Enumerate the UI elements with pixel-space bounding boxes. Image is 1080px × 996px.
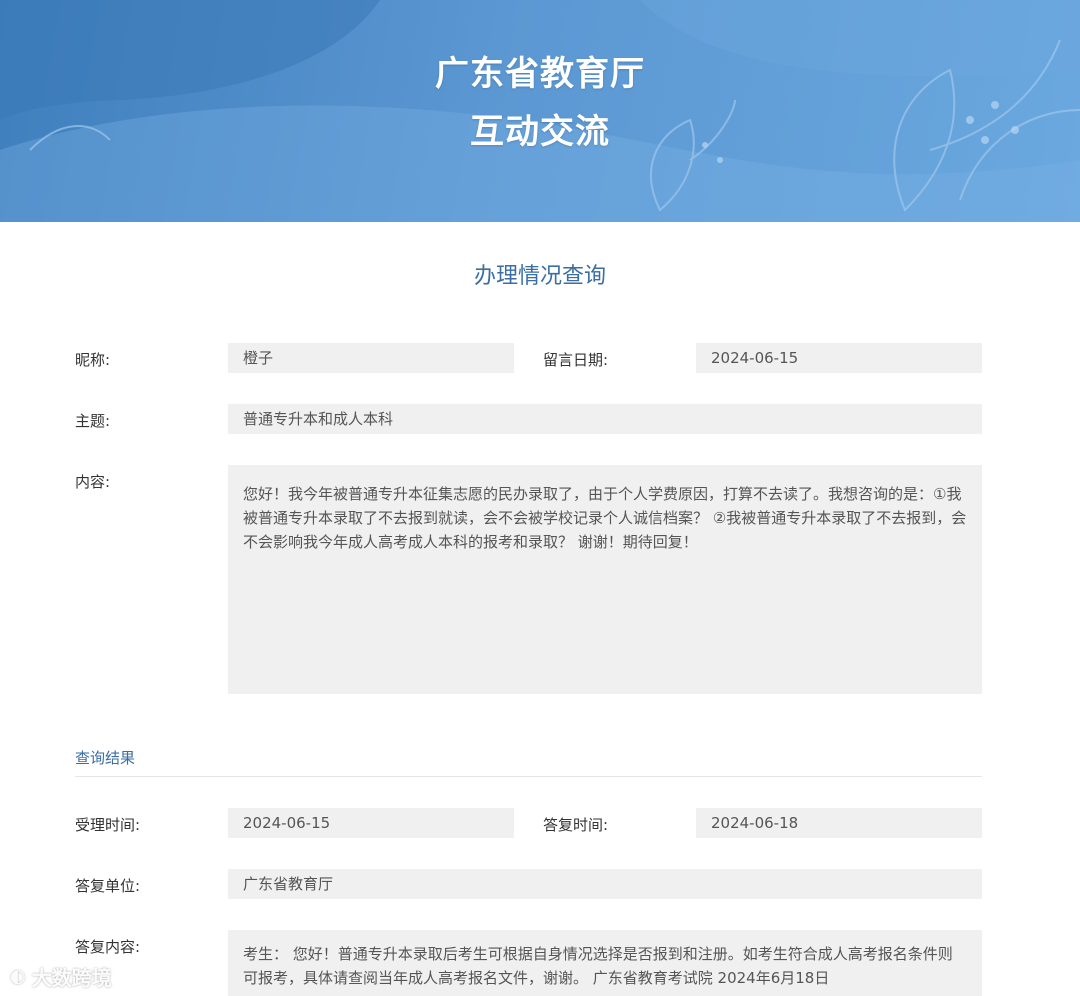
accept-time-label: 受理时间:	[75, 816, 141, 834]
subject-label: 主题:	[75, 412, 111, 430]
watermark: ◐ 大数跨境	[10, 962, 112, 991]
reply-unit-label: 答复单位:	[75, 877, 141, 895]
header-banner: 广东省教育厅 互动交流	[0, 0, 1080, 222]
nickname-field: 橙子	[228, 343, 514, 373]
reply-time-label: 答复时间:	[543, 816, 609, 834]
nickname-label: 昵称:	[75, 351, 111, 369]
watermark-text: 大数跨境	[31, 966, 112, 990]
subject-field: 普通专升本和成人本科	[228, 404, 982, 434]
watermark-logo-icon: ◐	[10, 966, 26, 987]
content-label: 内容:	[75, 473, 111, 491]
reply-time-field: 2024-06-18	[696, 808, 982, 838]
banner-title-line1: 广东省教育厅	[435, 54, 645, 94]
reply-content-field: 考生： 您好！普通专升本录取后考生可根据自身情况选择是否报到和注册。如考生符合成…	[228, 930, 982, 996]
banner-title-line2: 互动交流	[470, 112, 610, 152]
content-field: 您好！我今年被普通专升本征集志愿的民办录取了，由于个人学费原因，打算不去读了。我…	[228, 465, 982, 694]
message-date-field: 2024-06-15	[696, 343, 982, 373]
page-title: 办理情况查询	[473, 264, 606, 289]
reply-unit-field: 广东省教育厅	[228, 869, 982, 899]
accept-time-field: 2024-06-15	[228, 808, 514, 838]
result-divider	[75, 776, 982, 777]
reply-content-label: 答复内容:	[75, 938, 141, 956]
result-heading: 查询结果	[75, 749, 136, 767]
message-date-label: 留言日期:	[543, 351, 609, 369]
